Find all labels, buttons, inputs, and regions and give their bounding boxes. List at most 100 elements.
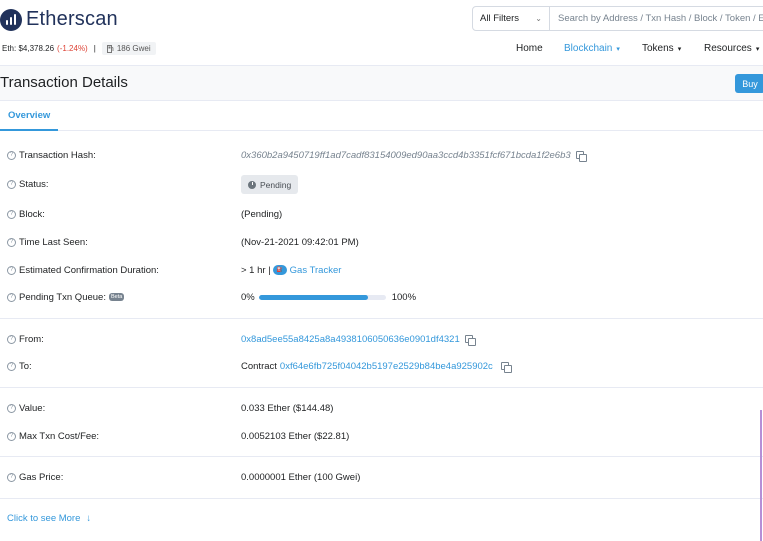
confirmation-duration-label: Estimated Confirmation Duration: bbox=[19, 264, 159, 276]
status-label: Status: bbox=[19, 178, 49, 190]
nav-blockchain[interactable]: Blockchain ▾ bbox=[564, 43, 620, 54]
nav-blockchain-label: Blockchain bbox=[564, 43, 613, 54]
help-icon[interactable]: ? bbox=[7, 150, 16, 160]
transaction-hash-label: Transaction Hash: bbox=[19, 149, 96, 161]
row-pending-queue: ? Pending Txn Queue: Beta bbox=[7, 290, 125, 304]
search-placeholder: Search by Address / Txn Hash / Block / T… bbox=[558, 13, 763, 24]
from-field: 0x8ad5ee55a8425a8a4938106050636e0901df43… bbox=[241, 332, 476, 346]
nav-home[interactable]: Home bbox=[516, 43, 543, 54]
beta-badge: Beta bbox=[108, 293, 125, 301]
row-gas-price: ? Gas Price: bbox=[7, 470, 63, 484]
eth-price-change: (-1.24%) bbox=[57, 44, 88, 53]
search-filter-label: All Filters bbox=[480, 13, 520, 24]
queue-end-label: 100% bbox=[391, 291, 417, 303]
transaction-hash-field: 0x360b2a9450719ff1ad7cadf83154009ed90aa3… bbox=[241, 148, 587, 162]
pending-queue-field: 0% 100% bbox=[241, 290, 416, 304]
row-transaction-hash: ? Transaction Hash: bbox=[7, 148, 96, 162]
row-time-last-seen: ? Time Last Seen: bbox=[7, 235, 88, 249]
to-field: Contract 0xf64e6fb725f04042b5197e2529b84… bbox=[241, 359, 512, 373]
status-value: Pending bbox=[260, 179, 292, 190]
value-field: 0.033 Ether ($144.48) bbox=[241, 401, 333, 415]
transaction-hash-value[interactable]: 0x360b2a9450719ff1ad7cadf83154009ed90aa3… bbox=[241, 150, 571, 161]
gas-price-badge[interactable]: 186 Gwei bbox=[101, 42, 156, 55]
row-status: ? Status: bbox=[7, 177, 49, 191]
help-icon[interactable]: ? bbox=[7, 472, 16, 482]
nav-resources[interactable]: Resources ▾ bbox=[704, 43, 759, 54]
value-label: Value: bbox=[19, 402, 46, 414]
help-icon[interactable]: ? bbox=[7, 179, 16, 189]
time-last-seen-label: Time Last Seen: bbox=[19, 236, 88, 248]
row-max-txn-fee: ? Max Txn Cost/Fee: bbox=[7, 429, 99, 443]
help-icon[interactable]: ? bbox=[7, 334, 16, 344]
from-label: From: bbox=[19, 333, 44, 345]
price-separator: | bbox=[93, 44, 96, 53]
pending-queue-label: Pending Txn Queue: bbox=[19, 291, 106, 303]
chevron-down-icon: ⌄ bbox=[535, 14, 542, 23]
help-icon[interactable]: ? bbox=[7, 237, 16, 247]
clock-icon bbox=[248, 180, 256, 189]
nav-tokens-label: Tokens bbox=[642, 43, 674, 54]
search-filter-select[interactable]: All Filters ⌄ bbox=[472, 6, 550, 31]
gas-tracker-link[interactable]: Gas Tracker bbox=[290, 265, 342, 276]
logo-text: Etherscan bbox=[26, 8, 118, 30]
queue-progress-bar bbox=[258, 294, 386, 300]
section-divider bbox=[0, 456, 763, 457]
eth-price[interactable]: Eth: $4,378.26 bbox=[2, 44, 54, 53]
chevron-down-icon: ▾ bbox=[755, 45, 760, 53]
confirmation-duration-value: > 1 hr | bbox=[241, 264, 271, 276]
nav-resources-label: Resources bbox=[704, 43, 752, 54]
block-value: (Pending) bbox=[241, 208, 283, 220]
nav-tokens[interactable]: Tokens ▾ bbox=[642, 43, 681, 54]
confirmation-duration-field: > 1 hr | ⛽ Gas Tracker bbox=[241, 263, 341, 277]
gas-price-label: Gas Price: bbox=[19, 471, 64, 483]
copy-icon[interactable] bbox=[500, 361, 512, 373]
gas-pump-icon bbox=[106, 44, 114, 53]
copy-icon[interactable] bbox=[575, 150, 587, 162]
max-txn-fee-value: 0.0052103 Ether ($22.81) bbox=[241, 430, 350, 442]
page-title: Transaction Details bbox=[0, 74, 128, 91]
gas-price-value: 186 Gwei bbox=[116, 44, 151, 53]
etherscan-logo-icon bbox=[0, 8, 22, 31]
copy-icon[interactable] bbox=[464, 334, 476, 346]
section-divider bbox=[0, 387, 763, 388]
see-more-label: Click to see More bbox=[7, 513, 81, 524]
chevron-down-icon: ▾ bbox=[616, 45, 620, 53]
tab-bar: Overview bbox=[0, 101, 763, 131]
max-txn-fee-label: Max Txn Cost/Fee: bbox=[19, 430, 100, 442]
to-address-link[interactable]: 0xf64e6fb725f04042b5197e2529b84be4a92590… bbox=[280, 361, 493, 372]
queue-start-label: 0% bbox=[241, 291, 255, 303]
section-divider bbox=[0, 498, 763, 499]
help-icon[interactable]: ? bbox=[7, 403, 16, 413]
gas-price-detail-value: 0.0000001 Ether (100 Gwei) bbox=[241, 471, 361, 483]
row-from: ? From: bbox=[7, 332, 44, 346]
nav-home-label: Home bbox=[516, 43, 543, 54]
from-address-link[interactable]: 0x8ad5ee55a8425a8a4938106050636e0901df43… bbox=[241, 334, 460, 345]
help-icon[interactable]: ? bbox=[7, 431, 16, 441]
search-input[interactable]: Search by Address / Txn Hash / Block / T… bbox=[549, 6, 763, 31]
gas-price-field: 0.0000001 Ether (100 Gwei) bbox=[241, 470, 360, 484]
row-to: ? To: bbox=[7, 359, 32, 373]
to-label: To: bbox=[19, 360, 32, 372]
help-icon[interactable]: ? bbox=[7, 265, 16, 275]
transaction-details-card: Overview ? Transaction Hash: 0x360b2a945… bbox=[0, 100, 763, 541]
value-amount: 0.033 Ether ($144.48) bbox=[241, 402, 334, 414]
chevron-down-icon: ▾ bbox=[677, 45, 682, 53]
row-value: ? Value: bbox=[7, 401, 45, 415]
queue-progress-fill bbox=[258, 294, 368, 300]
scrollbar[interactable] bbox=[760, 410, 762, 541]
gas-tracker-icon[interactable]: ⛽ bbox=[272, 265, 287, 275]
status-field: Pending bbox=[241, 175, 299, 194]
help-icon[interactable]: ? bbox=[7, 292, 16, 302]
arrow-down-icon: ↓ bbox=[86, 513, 92, 524]
top-header: Etherscan Eth: $4,378.26 (-1.24%) | 186 … bbox=[0, 0, 763, 66]
block-label: Block: bbox=[19, 208, 45, 220]
buy-button[interactable]: Buy bbox=[735, 74, 763, 93]
help-icon[interactable]: ? bbox=[7, 361, 16, 371]
help-icon[interactable]: ? bbox=[7, 209, 16, 219]
section-divider bbox=[0, 318, 763, 319]
status-badge: Pending bbox=[241, 175, 299, 194]
tab-overview[interactable]: Overview bbox=[0, 101, 59, 131]
etherscan-logo[interactable]: Etherscan bbox=[0, 8, 118, 31]
max-txn-fee-field: 0.0052103 Ether ($22.81) bbox=[241, 429, 349, 443]
see-more-link[interactable]: Click to see More ↓ bbox=[7, 513, 91, 524]
